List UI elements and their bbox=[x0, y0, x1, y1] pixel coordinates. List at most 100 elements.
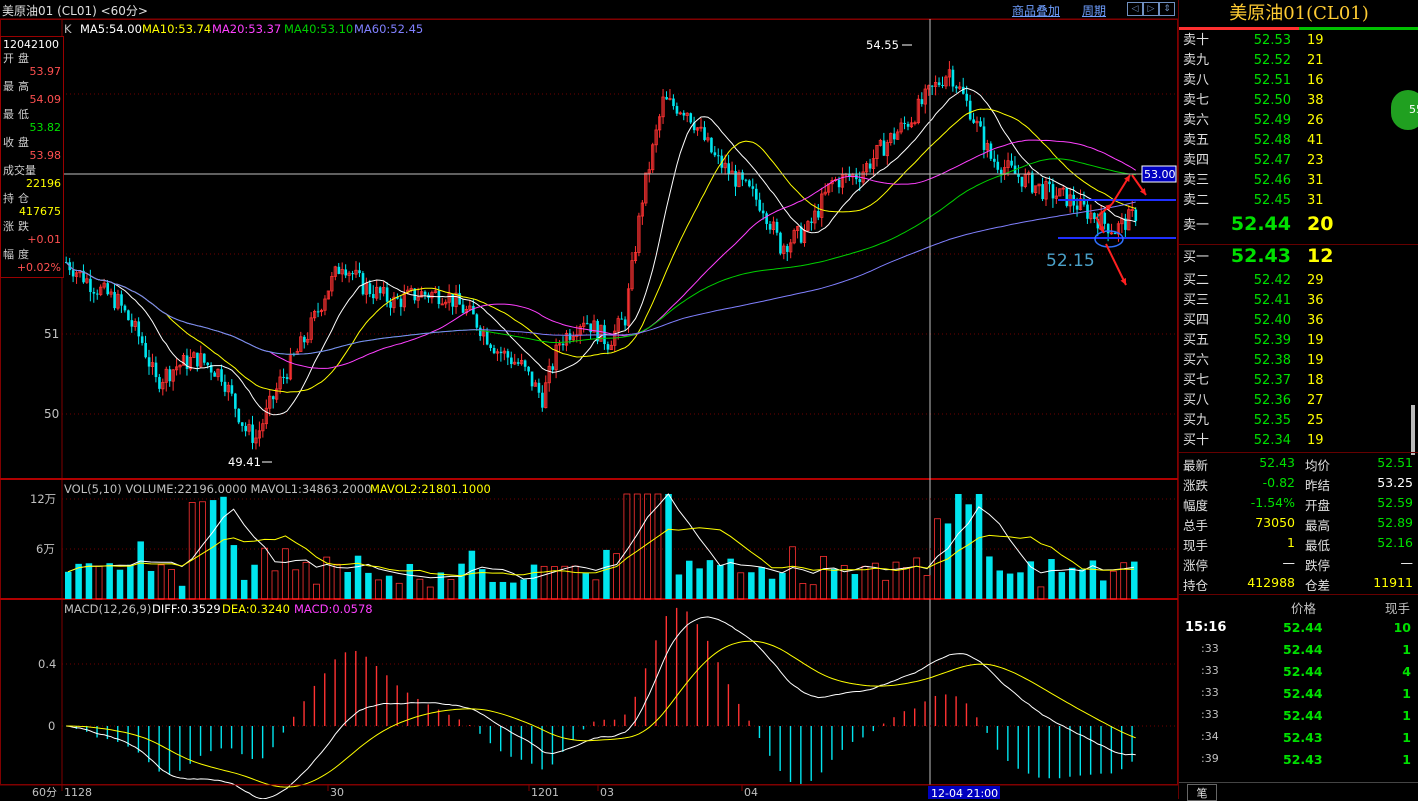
volume-bar bbox=[686, 560, 693, 599]
info-oi-label: 持仓 bbox=[3, 192, 33, 205]
buy-level-price: 52.37 bbox=[1253, 373, 1291, 388]
candle-body bbox=[385, 287, 389, 302]
buy-level-row[interactable]: 买九 52.35 25 bbox=[1179, 411, 1418, 431]
volume-bar bbox=[344, 571, 351, 599]
stat-label: 最新 bbox=[1183, 458, 1209, 473]
volume-bar bbox=[882, 579, 890, 600]
candle-body bbox=[537, 382, 541, 393]
overlay-commodity-link[interactable]: 商品叠加 bbox=[1012, 2, 1060, 19]
volume-bar bbox=[333, 563, 341, 600]
volume-bar bbox=[799, 583, 807, 600]
sell-level-label: 卖四 bbox=[1183, 153, 1210, 168]
candle-body bbox=[530, 371, 534, 387]
sell-level-row[interactable]: 卖二 52.45 31 bbox=[1179, 191, 1418, 211]
candlestick-series bbox=[65, 61, 1138, 450]
stat-value: 53.25 bbox=[1377, 475, 1413, 490]
buy-level-volume: 19 bbox=[1307, 353, 1324, 368]
sell-level-row[interactable]: 卖四 52.47 23 bbox=[1179, 151, 1418, 171]
sell-level-price: 52.44 bbox=[1230, 213, 1291, 235]
candle-body bbox=[982, 126, 986, 150]
candle-body bbox=[727, 163, 730, 174]
volume-bar bbox=[944, 523, 952, 599]
buy-level-volume: 36 bbox=[1307, 293, 1324, 308]
buy-level-row[interactable]: 买五 52.39 19 bbox=[1179, 331, 1418, 351]
buy-level-row[interactable]: 买八 52.36 27 bbox=[1179, 391, 1418, 411]
volume-bar bbox=[489, 581, 496, 599]
volume-bar bbox=[654, 493, 662, 600]
arrow-right-icon[interactable]: ▷ bbox=[1143, 2, 1159, 16]
volume-bar bbox=[1109, 570, 1117, 600]
book-divider bbox=[1179, 244, 1418, 245]
tick-price: 52.43 bbox=[1283, 752, 1323, 767]
candle-body bbox=[1048, 181, 1051, 185]
candle-body bbox=[89, 278, 92, 292]
buy-level-row[interactable]: 买三 52.41 36 bbox=[1179, 291, 1418, 311]
stat-label: 涨跌 bbox=[1183, 478, 1209, 493]
period-link[interactable]: 周期 bbox=[1082, 2, 1106, 19]
candle-body bbox=[123, 305, 127, 311]
volume-bar bbox=[302, 561, 310, 600]
buy-level-label: 买一 bbox=[1183, 250, 1210, 265]
sell-level-row[interactable]: 卖三 52.46 31 bbox=[1179, 171, 1418, 191]
candle-body bbox=[989, 143, 993, 159]
sell-level-row[interactable]: 卖八 52.51 16 bbox=[1179, 71, 1418, 91]
stats-divider bbox=[1179, 452, 1418, 453]
sell-level-row[interactable]: 卖六 52.49 26 bbox=[1179, 111, 1418, 131]
buy-level-price: 52.39 bbox=[1253, 333, 1291, 348]
tick-qty: 1 bbox=[1402, 752, 1411, 767]
arrow-left-icon[interactable]: ◁ bbox=[1127, 2, 1143, 16]
ma10-line bbox=[65, 108, 1136, 393]
buy-level-label: 买九 bbox=[1183, 413, 1210, 428]
arrow-up-down-icon[interactable]: ⇕ bbox=[1159, 2, 1175, 16]
sell-level-row[interactable]: 卖十 52.53 19 bbox=[1179, 31, 1418, 51]
volume-bar bbox=[789, 546, 796, 600]
volume-bar bbox=[220, 496, 227, 599]
volume-bar bbox=[1037, 586, 1045, 600]
buy-level-price: 52.40 bbox=[1253, 313, 1291, 328]
low-price-marker: 49.41 bbox=[228, 455, 261, 469]
candle-body bbox=[689, 113, 693, 123]
tick-price: 52.44 bbox=[1283, 620, 1323, 635]
buy-level-row[interactable]: 买十 52.34 19 bbox=[1179, 431, 1418, 451]
chart-canvas[interactable]: 51 50 K MA5:54.00 MA10:53.74 MA20:53.37 MA40:5… bbox=[0, 19, 1178, 799]
tab-ticks[interactable]: 笔 bbox=[1187, 784, 1217, 801]
candle-body bbox=[316, 311, 320, 313]
candle-body bbox=[475, 314, 479, 328]
buy-level-row[interactable]: 买一 52.43 12 bbox=[1179, 246, 1418, 272]
sell-level-volume: 23 bbox=[1307, 153, 1324, 168]
sell-level-label: 卖八 bbox=[1183, 73, 1210, 88]
candle-body bbox=[337, 266, 341, 274]
buy-level-label: 买十 bbox=[1183, 433, 1210, 448]
buy-level-row[interactable]: 买二 52.42 29 bbox=[1179, 271, 1418, 291]
volume-bar bbox=[65, 571, 72, 599]
volume-bar bbox=[458, 563, 465, 599]
sell-level-row[interactable]: 卖五 52.48 41 bbox=[1179, 131, 1418, 151]
sell-level-volume: 16 bbox=[1307, 73, 1324, 88]
candle-body bbox=[485, 331, 489, 345]
volume-y-tick: 12万 bbox=[30, 492, 56, 506]
sell-level-row[interactable]: 卖一 52.44 20 bbox=[1179, 214, 1418, 240]
x-axis-label: 03 bbox=[600, 786, 614, 799]
sell-level-price: 52.49 bbox=[1253, 113, 1291, 128]
stat-value: 52.43 bbox=[1259, 455, 1295, 470]
stat-label: 跌停 bbox=[1305, 558, 1331, 573]
sell-level-row[interactable]: 卖九 52.52 21 bbox=[1179, 51, 1418, 71]
candle-body bbox=[941, 85, 944, 87]
volume-bar bbox=[188, 502, 196, 600]
candle-body bbox=[968, 100, 972, 120]
candle-body bbox=[282, 376, 285, 378]
volume-bar bbox=[665, 494, 672, 599]
volume-bar bbox=[861, 565, 869, 600]
volume-bar bbox=[768, 578, 776, 599]
buy-level-row[interactable]: 买四 52.40 36 bbox=[1179, 311, 1418, 331]
candle-body bbox=[951, 69, 955, 87]
volume-bar bbox=[499, 581, 507, 599]
candle-body bbox=[1041, 184, 1044, 200]
candle-body bbox=[71, 270, 75, 277]
volume-y-tick: 6万 bbox=[36, 542, 55, 556]
buy-level-row[interactable]: 买六 52.38 19 bbox=[1179, 351, 1418, 371]
stat-label: 幅度 bbox=[1183, 498, 1209, 513]
sell-level-row[interactable]: 卖七 52.50 38 bbox=[1179, 91, 1418, 111]
info-volume: 22196 bbox=[26, 177, 61, 190]
buy-level-row[interactable]: 买七 52.37 18 bbox=[1179, 371, 1418, 391]
